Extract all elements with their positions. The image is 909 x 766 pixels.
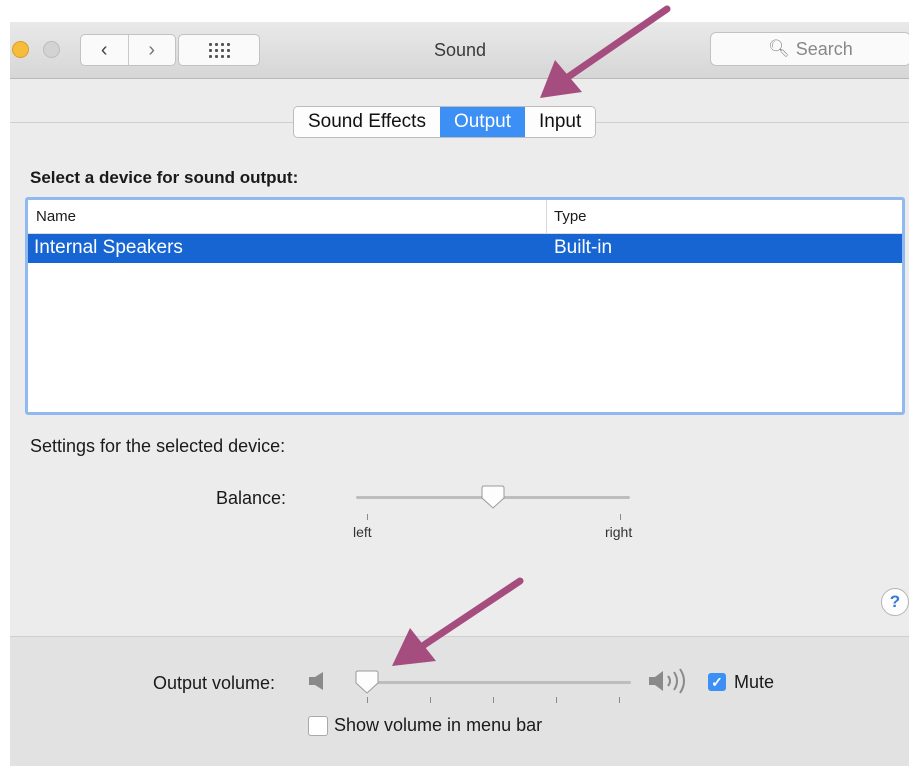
minimize-button[interactable]: [12, 41, 29, 58]
balance-tick: [367, 514, 368, 520]
navigation-buttons: ‹ ›: [80, 34, 176, 66]
tab-sound-effects[interactable]: Sound Effects: [294, 107, 440, 137]
sound-preferences-window: ‹ › Sound 🔍︎ Search Sound Effects Output…: [10, 22, 909, 766]
mute-label: Mute: [734, 672, 775, 692]
show-all-button[interactable]: [178, 34, 260, 66]
search-icon: 🔍︎: [768, 39, 790, 58]
zoom-button[interactable]: [43, 41, 60, 58]
tab-output[interactable]: Output: [439, 107, 525, 137]
column-divider: [546, 200, 547, 233]
volume-tick: [367, 697, 368, 703]
balance-slider-thumb[interactable]: [481, 484, 505, 510]
checkmark-icon: ✓: [711, 674, 723, 690]
show-volume-checkbox[interactable]: [308, 716, 328, 736]
volume-slider-track[interactable]: [361, 681, 631, 684]
tab-bar: Sound Effects Output Input: [293, 106, 597, 138]
device-type-cell: Built-in: [554, 237, 613, 258]
search-placeholder: Search: [795, 38, 853, 59]
volume-tick: [430, 697, 431, 703]
toolbar: ‹ › Sound 🔍︎ Search: [10, 22, 909, 79]
grid-icon: [208, 42, 230, 58]
chevron-right-icon: ›: [148, 38, 156, 61]
volume-panel: [10, 636, 909, 766]
speaker-low-icon: [309, 672, 323, 690]
device-name-cell: Internal Speakers: [34, 237, 183, 258]
table-row[interactable]: Internal Speakers Built-in: [28, 234, 902, 263]
balance-tick: [620, 514, 621, 520]
volume-tick: [619, 697, 620, 703]
chevron-left-icon: ‹: [100, 38, 108, 61]
help-button[interactable]: ?: [881, 588, 909, 616]
window-title: Sound: [433, 40, 487, 60]
volume-tick: [556, 697, 557, 703]
tab-input[interactable]: Input: [525, 107, 596, 137]
balance-right-label: right: [605, 524, 633, 540]
search-field[interactable]: 🔍︎ Search: [710, 32, 909, 66]
column-header-type[interactable]: Type: [554, 208, 587, 225]
output-device-table[interactable]: Name Type Internal Speakers Built-in: [25, 197, 905, 415]
volume-tick: [493, 697, 494, 703]
speaker-high-icon: [649, 668, 685, 694]
volume-slider-thumb[interactable]: [355, 669, 379, 695]
forward-button[interactable]: ›: [129, 35, 176, 65]
table-header: Name Type: [28, 200, 902, 234]
column-header-name[interactable]: Name: [36, 208, 76, 225]
settings-heading: Settings for the selected device:: [30, 436, 286, 456]
output-volume-label: Output volume:: [153, 673, 276, 693]
show-volume-label: Show volume in menu bar: [334, 715, 543, 735]
balance-left-label: left: [353, 524, 372, 540]
balance-label: Balance:: [216, 488, 287, 508]
back-button[interactable]: ‹: [81, 35, 129, 65]
mute-checkbox[interactable]: ✓: [708, 673, 726, 691]
device-section-heading: Select a device for sound output:: [30, 168, 299, 187]
